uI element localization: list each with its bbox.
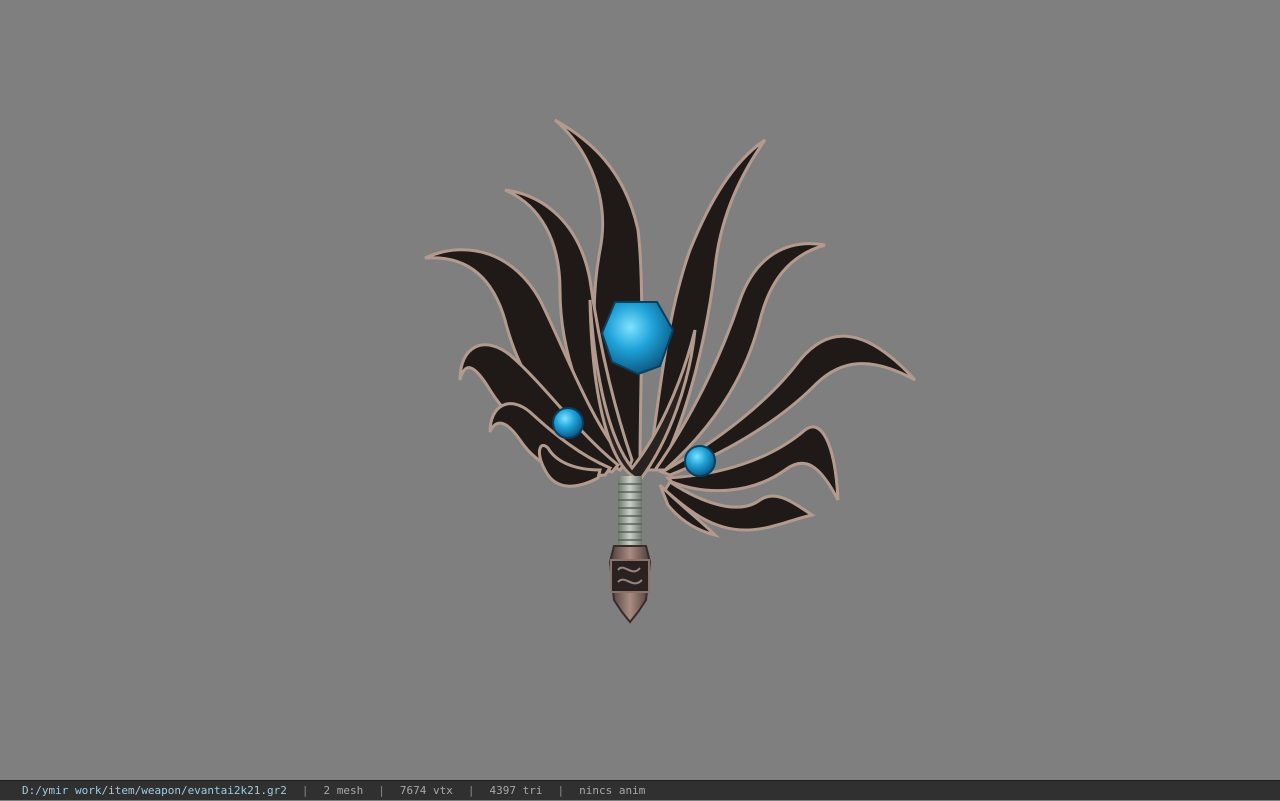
file-path: D:/ymir work/item/weapon/evantai2k21.gr2 bbox=[22, 784, 287, 797]
fan-weapon-model-icon bbox=[424, 118, 917, 624]
3d-viewport[interactable] bbox=[0, 0, 1280, 780]
vertex-count: 7674 vtx bbox=[399, 784, 453, 797]
separator: | bbox=[467, 784, 475, 797]
status-bar: D:/ymir work/item/weapon/evantai2k21.gr2… bbox=[0, 780, 1280, 800]
right-gem bbox=[684, 445, 716, 477]
left-gem bbox=[552, 407, 584, 439]
right-blades bbox=[646, 138, 917, 538]
separator: | bbox=[378, 784, 385, 797]
separator: | bbox=[557, 784, 565, 797]
mesh-count: 2 mesh bbox=[323, 784, 364, 797]
handle-wrap bbox=[618, 476, 642, 546]
separator: | bbox=[301, 784, 309, 797]
anim-status: nincs anim bbox=[579, 784, 646, 797]
triangle-count: 4397 tri bbox=[489, 784, 543, 797]
